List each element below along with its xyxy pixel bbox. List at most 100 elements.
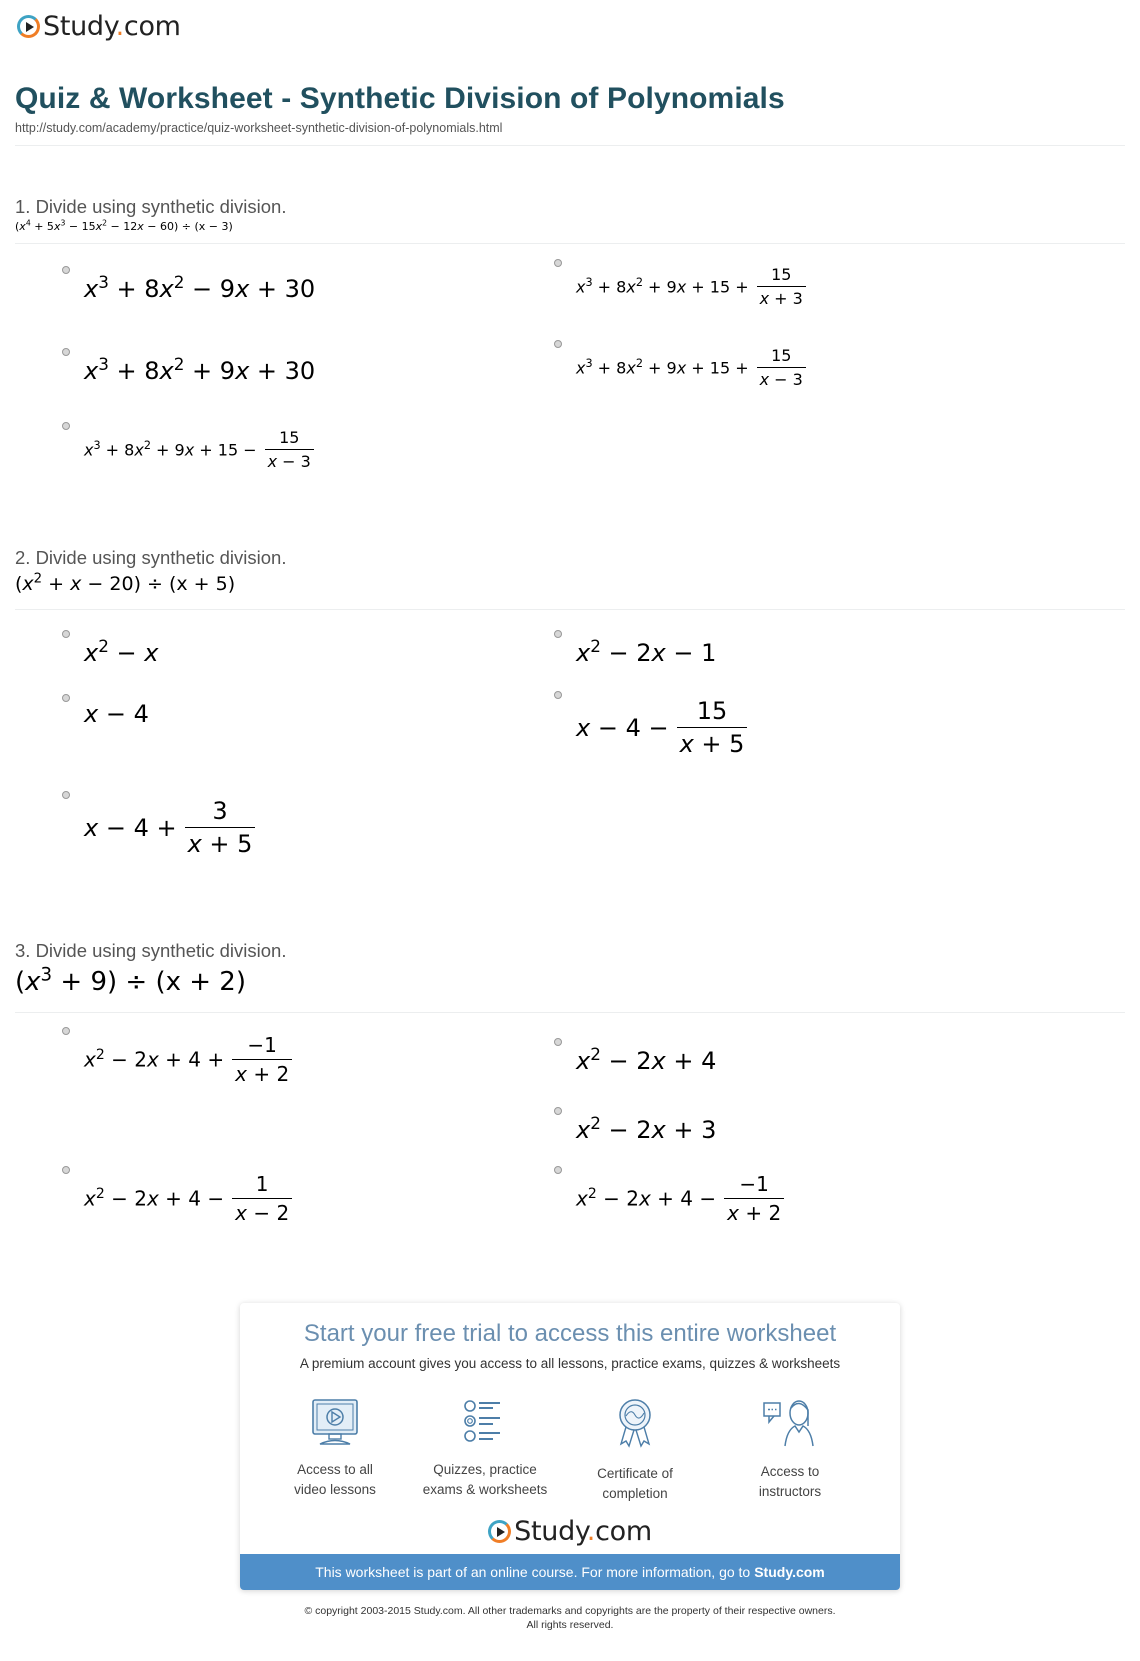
radio-button[interactable] <box>62 348 70 356</box>
q3-option-d[interactable]: x2 − 2x + 4 −1 x − 2 <box>62 1166 293 1225</box>
answer-expression: x2 − 2x − 1 <box>576 636 717 667</box>
q2-option-b[interactable]: x2 − 2x − 1 <box>554 630 717 667</box>
fraction: −1 x + 2 <box>724 1172 785 1225</box>
feature-certificate: Certificate of completion <box>560 1398 710 1504</box>
radio-button[interactable] <box>62 1027 70 1035</box>
fraction-numerator: 1 <box>255 1172 269 1196</box>
question-1-equation: (x4 + 5x3 − 15x2 − 12x − 60) ÷ (x − 3) <box>15 218 233 233</box>
promo-subtitle: A premium account gives you access to al… <box>299 1356 841 1371</box>
course-info-bar[interactable]: This worksheet is part of an online cour… <box>240 1554 900 1590</box>
question-1-divider <box>15 243 1125 244</box>
exponent: 2 <box>635 357 643 371</box>
radio-button[interactable] <box>62 422 70 430</box>
certificate-icon <box>619 1399 651 1448</box>
feature-video-lessons: Access to all video lessons <box>260 1398 410 1500</box>
q1-option-d[interactable]: x3 + 8x2 + 9x + 15 +15 x − 3 <box>554 340 806 389</box>
exponent: 2 <box>102 218 107 227</box>
exponent: 2 <box>98 636 109 656</box>
fraction-denominator: x + 5 <box>676 727 748 758</box>
exponent: 2 <box>590 636 601 656</box>
fraction: 3x + 5 <box>184 797 256 858</box>
answer-expression: x2 − x <box>84 636 159 667</box>
answer-expression: x2 − 2x + 4 + −1 x + 2 <box>84 1033 293 1086</box>
question-3-heading: 3. Divide using synthetic division. <box>15 940 287 961</box>
fraction-denominator: x + 3 <box>756 286 806 308</box>
q3-option-a[interactable]: x2 − 2x + 4 + −1 x + 2 <box>62 1027 293 1086</box>
exponent: 3 <box>60 218 66 227</box>
exponent: 2 <box>95 1186 105 1203</box>
question-3-divider <box>15 1012 1125 1013</box>
fraction-denominator: x + 2 <box>724 1198 785 1225</box>
q2-option-c[interactable]: x − 4 <box>62 694 149 728</box>
radio-button[interactable] <box>554 340 562 348</box>
radio-button[interactable] <box>62 791 70 799</box>
exponent: 2 <box>590 1044 601 1064</box>
fraction: 15 x − 3 <box>264 428 314 471</box>
page-title: Quiz & Worksheet - Synthetic Division of… <box>15 82 785 115</box>
exponent: 4 <box>25 218 31 227</box>
fraction-numerator: 15 <box>771 346 792 365</box>
radio-button[interactable] <box>62 694 70 702</box>
fraction-denominator: x − 3 <box>756 367 806 389</box>
promo-study-logo[interactable]: Study.com <box>240 1516 900 1547</box>
fraction: 15 x + 5 <box>676 697 748 758</box>
fraction-numerator: −1 <box>739 1172 769 1196</box>
fraction: 1x − 2 <box>232 1172 293 1225</box>
feature-instructors: Access to instructors <box>715 1398 865 1502</box>
exponent: 3 <box>585 357 593 371</box>
study-logo[interactable]: Study.com <box>17 10 181 42</box>
q2-option-d[interactable]: x − 4 −15 x + 5 <box>554 691 748 758</box>
q3-option-e[interactable]: x2 − 2x + 4 − −1 x + 2 <box>554 1166 785 1225</box>
radio-button[interactable] <box>62 266 70 274</box>
fraction-numerator: −1 <box>247 1033 277 1057</box>
fraction-numerator: 3 <box>212 797 228 825</box>
answer-expression: x3 + 8x2 + 9x + 15 +15 x − 3 <box>576 346 806 389</box>
radio-button[interactable] <box>554 1166 562 1174</box>
exponent: 3 <box>98 354 109 374</box>
q1-option-b[interactable]: x3 + 8x2 + 9x + 15 +15 x + 3 <box>554 259 806 308</box>
radio-button[interactable] <box>554 630 562 638</box>
q1-option-a[interactable]: x3 + 8x2 − 9x + 30 <box>62 266 315 303</box>
promo-logo-text: Study.com <box>514 1516 652 1547</box>
promo-title: Start your free trial to access this ent… <box>303 1320 837 1347</box>
fraction: −1 x + 2 <box>232 1033 293 1086</box>
radio-button[interactable] <box>62 630 70 638</box>
exponent: 2 <box>143 439 151 453</box>
answer-expression: x2 − 2x + 3 <box>576 1113 717 1144</box>
video-lesson-icon <box>312 1399 358 1445</box>
play-logo-icon <box>488 1520 512 1543</box>
answer-expression: x3 + 8x2 + 9x + 15 −15 x − 3 <box>84 428 314 471</box>
exponent: 2 <box>587 1186 597 1203</box>
answer-expression: x − 4 +3 x + 5 <box>84 797 256 858</box>
q1-option-e[interactable]: x3 + 8x2 + 9x + 15 −15 x − 3 <box>62 422 314 471</box>
q2-option-a[interactable]: x2 − x <box>62 630 159 667</box>
page-url[interactable]: http://study.com/academy/practice/quiz-w… <box>15 121 502 135</box>
exponent: 2 <box>173 354 185 374</box>
study-com-link[interactable]: Study.com <box>754 1564 825 1580</box>
play-logo-icon <box>17 14 40 38</box>
exponent: 2 <box>95 1047 105 1064</box>
q2-option-e[interactable]: x − 4 +3 x + 5 <box>62 791 256 858</box>
q1-option-c[interactable]: x3 + 8x2 + 9x + 30 <box>62 348 315 385</box>
logo-text: Study.com <box>43 10 181 42</box>
fraction: 15 x − 3 <box>756 346 806 389</box>
radio-button[interactable] <box>554 1038 562 1046</box>
quiz-list-icon <box>464 1400 500 1442</box>
radio-button[interactable] <box>554 691 562 699</box>
fraction-numerator: 15 <box>696 697 728 725</box>
exponent: 2 <box>635 276 643 290</box>
radio-button[interactable] <box>554 259 562 267</box>
q3-option-b[interactable]: x2 − 2x + 4 <box>554 1038 716 1075</box>
course-info-text: This worksheet is part of an online cour… <box>315 1564 751 1580</box>
radio-button[interactable] <box>554 1107 562 1115</box>
radio-button[interactable] <box>62 1166 70 1174</box>
instructor-icon <box>763 1400 814 1447</box>
exponent: 2 <box>33 572 43 587</box>
exponent: 3 <box>585 276 593 290</box>
q3-option-c[interactable]: x2 − 2x + 3 <box>554 1107 717 1144</box>
fraction-denominator: x − 3 <box>264 449 314 471</box>
exponent: 3 <box>40 964 53 985</box>
question-3-equation: (x3 + 9) ÷ (x + 2) <box>15 964 246 997</box>
fraction-denominator: x + 5 <box>184 827 256 858</box>
answer-expression: x3 + 8x2 + 9x + 15 +15 x + 3 <box>576 265 806 308</box>
